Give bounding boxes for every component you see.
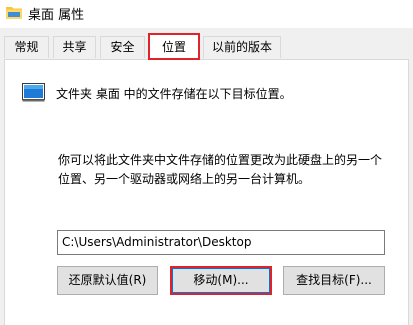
desktop-folder-icon — [22, 83, 45, 102]
title-bar: 桌面 属性 — [0, 0, 413, 28]
tab-sharing[interactable]: 共享 — [53, 36, 96, 58]
tab-location[interactable]: 位置 — [148, 33, 200, 60]
location-description: 你可以将此文件夹中文件存储的位置更改为此硬盘上的另一个 位置、另一个驱动器或网络… — [58, 151, 398, 189]
move-button[interactable]: 移动(M)... — [170, 266, 272, 295]
find-target-button[interactable]: 查找目标(F)... — [283, 266, 385, 295]
window-title: 桌面 属性 — [28, 8, 85, 23]
tab-previous-versions[interactable]: 以前的版本 — [203, 36, 281, 58]
tab-security[interactable]: 安全 — [100, 36, 145, 58]
folder-icon — [6, 7, 22, 19]
tab-general[interactable]: 常规 — [4, 36, 49, 58]
tab-strip: 常规 共享 安全 位置 以前的版本 — [0, 28, 413, 60]
description-line-1: 你可以将此文件夹中文件存储的位置更改为此硬盘上的另一个 — [58, 153, 383, 167]
target-path-input[interactable]: C:\Users\Administrator\Desktop — [57, 230, 385, 255]
location-info-text: 文件夹 桌面 中的文件存储在以下目标位置。 — [56, 87, 292, 101]
restore-default-button[interactable]: 还原默认值(R) — [57, 266, 158, 295]
description-line-2: 位置、另一个驱动器或网络上的另一台计算机。 — [58, 172, 311, 186]
